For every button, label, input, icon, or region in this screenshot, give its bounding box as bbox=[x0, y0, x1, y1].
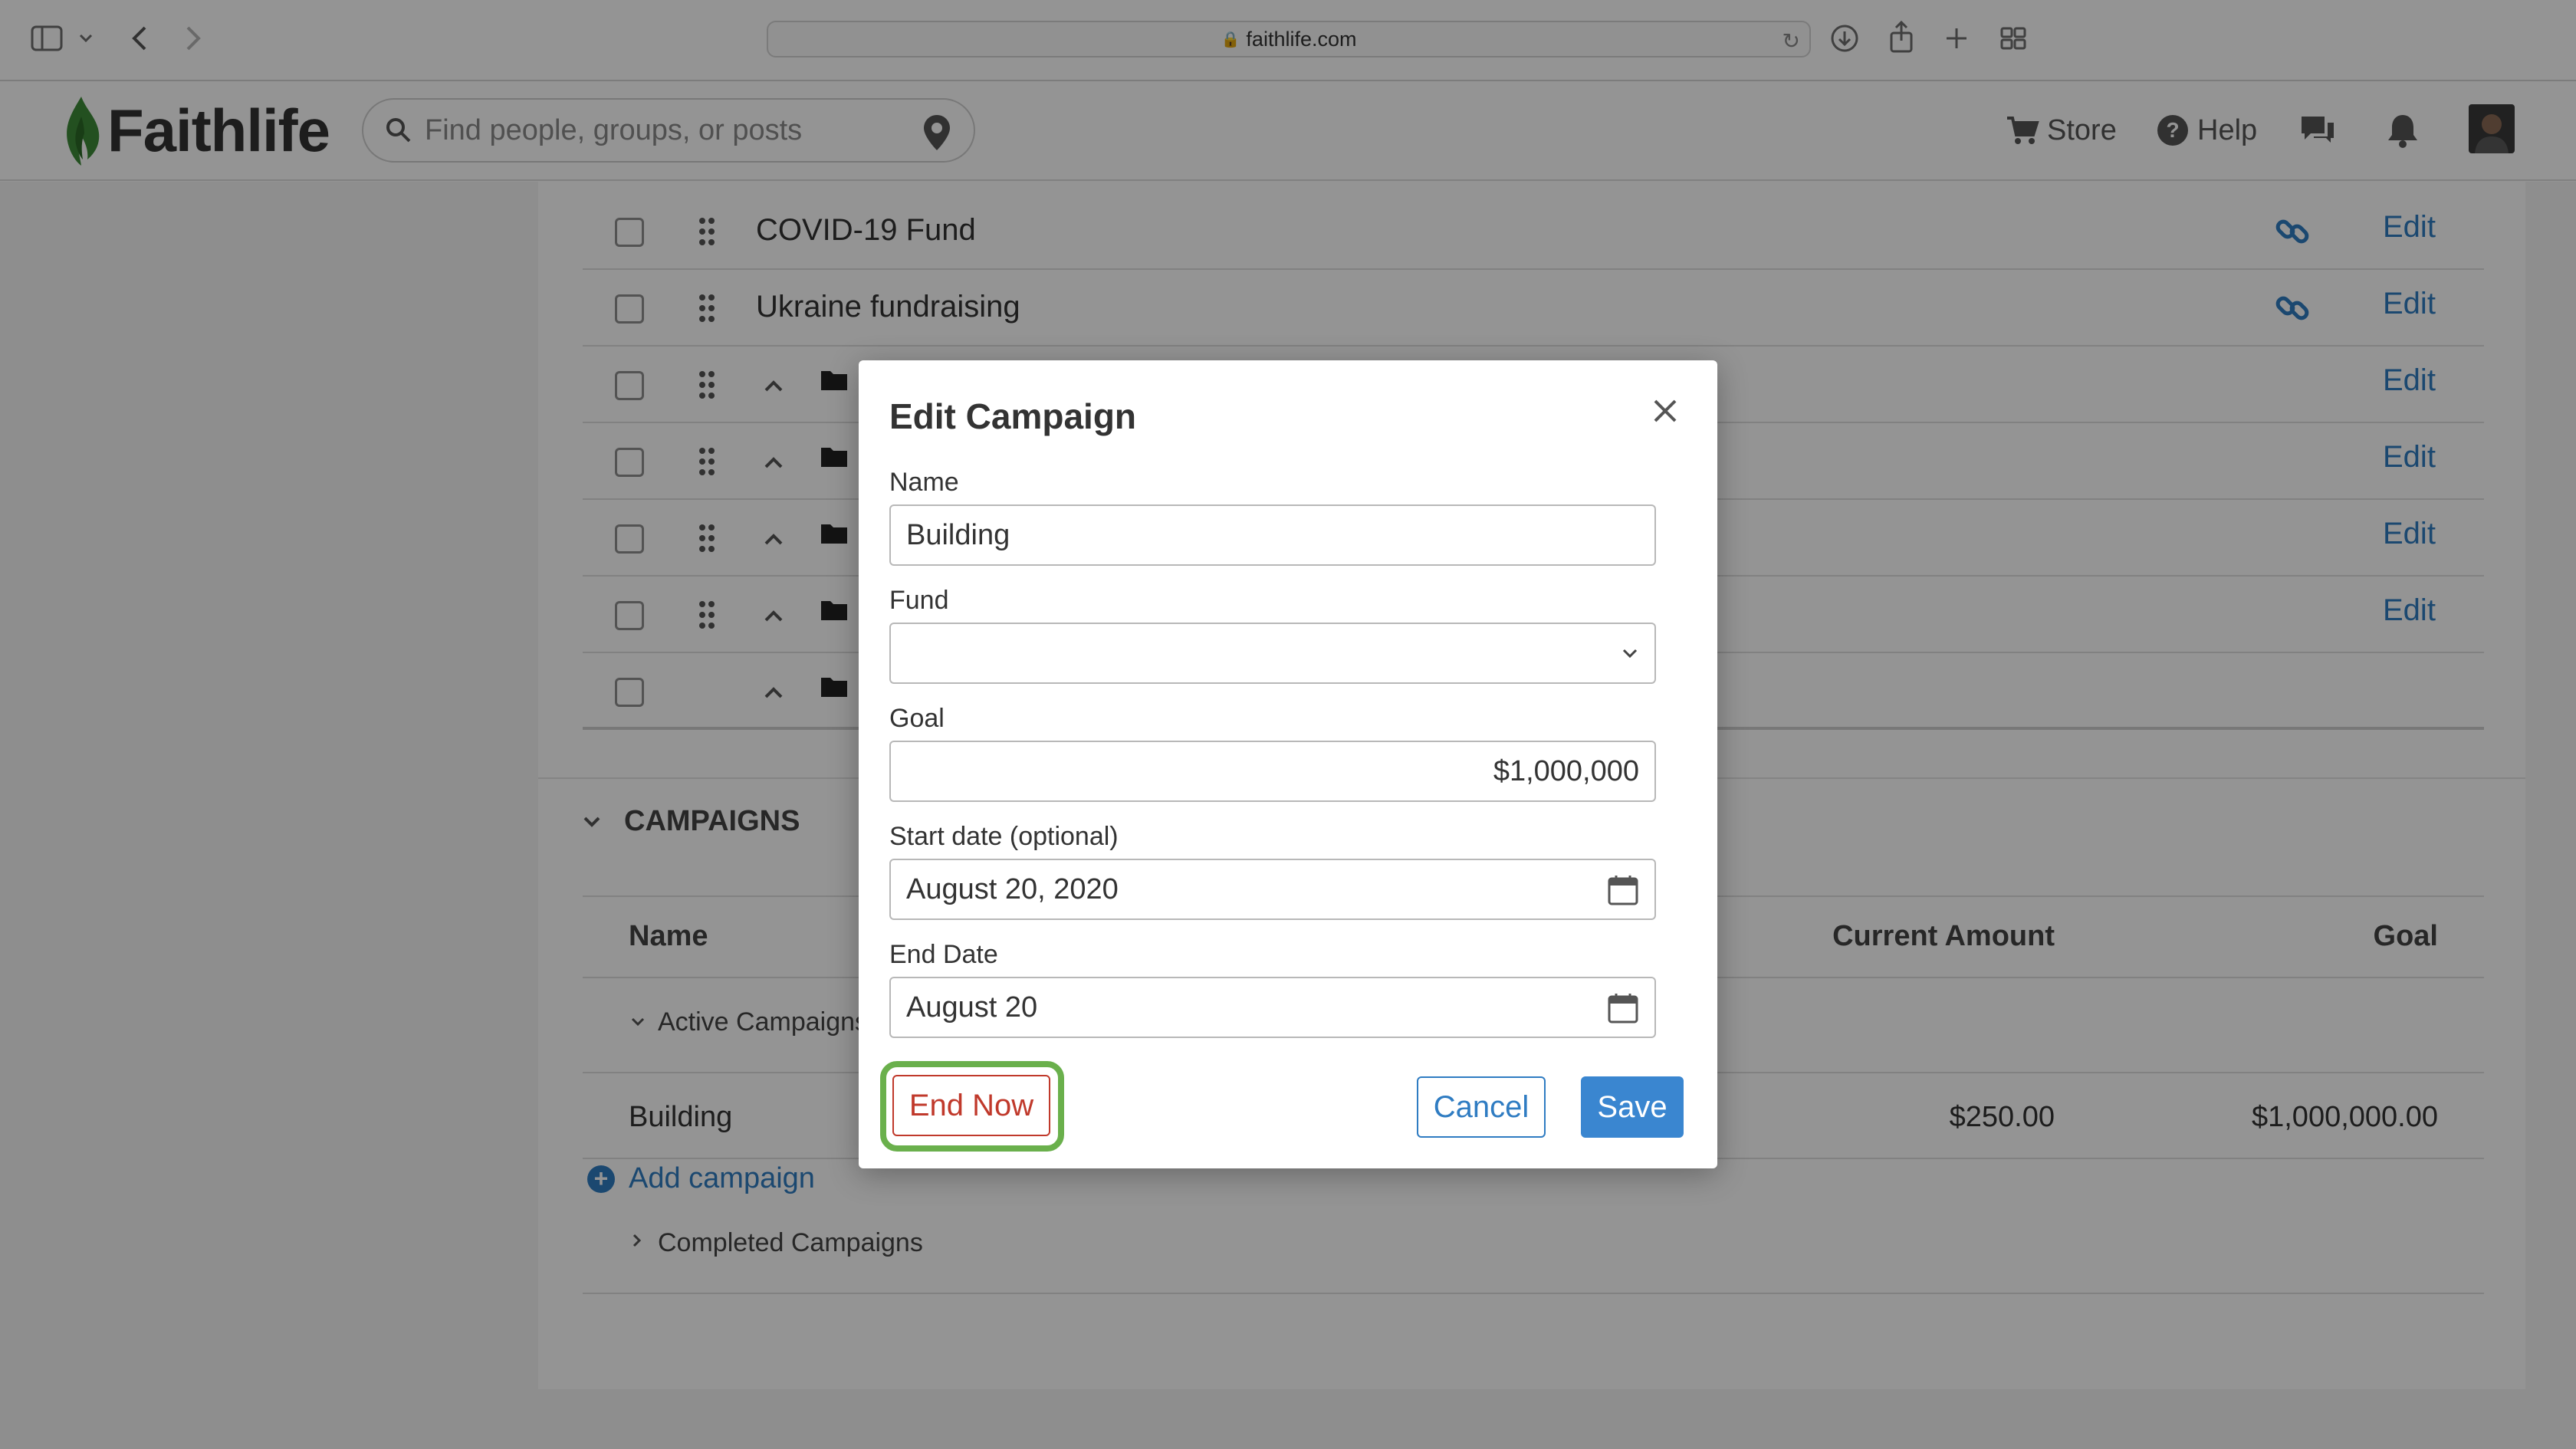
save-button[interactable]: Save bbox=[1581, 1076, 1684, 1138]
goal-input[interactable]: $1,000,000 bbox=[889, 741, 1656, 802]
dialog-title: Edit Campaign bbox=[889, 396, 1137, 436]
cancel-button[interactable]: Cancel bbox=[1417, 1076, 1546, 1138]
goal-label: Goal bbox=[889, 704, 945, 733]
name-value: Building bbox=[906, 518, 1010, 551]
goal-value: $1,000,000 bbox=[1493, 754, 1639, 787]
edit-campaign-dialog: Edit Campaign Name Building Fund Goal $1… bbox=[859, 360, 1717, 1168]
fund-label: Fund bbox=[889, 586, 949, 615]
start-date-value: August 20, 2020 bbox=[906, 872, 1119, 905]
name-label: Name bbox=[889, 468, 959, 497]
calendar-icon[interactable] bbox=[1607, 992, 1639, 1024]
calendar-icon[interactable] bbox=[1607, 874, 1639, 906]
fund-select[interactable] bbox=[889, 623, 1656, 684]
end-date-label: End Date bbox=[889, 940, 998, 969]
chevron-down-icon bbox=[1622, 649, 1638, 659]
end-date-input[interactable]: August 20 bbox=[889, 977, 1656, 1038]
close-icon[interactable] bbox=[1644, 389, 1687, 432]
start-date-label: Start date (optional) bbox=[889, 822, 1119, 851]
name-input[interactable]: Building bbox=[889, 504, 1656, 566]
end-now-button[interactable]: End Now bbox=[892, 1075, 1050, 1136]
end-date-value: August 20 bbox=[906, 991, 1038, 1024]
start-date-input[interactable]: August 20, 2020 bbox=[889, 859, 1656, 920]
